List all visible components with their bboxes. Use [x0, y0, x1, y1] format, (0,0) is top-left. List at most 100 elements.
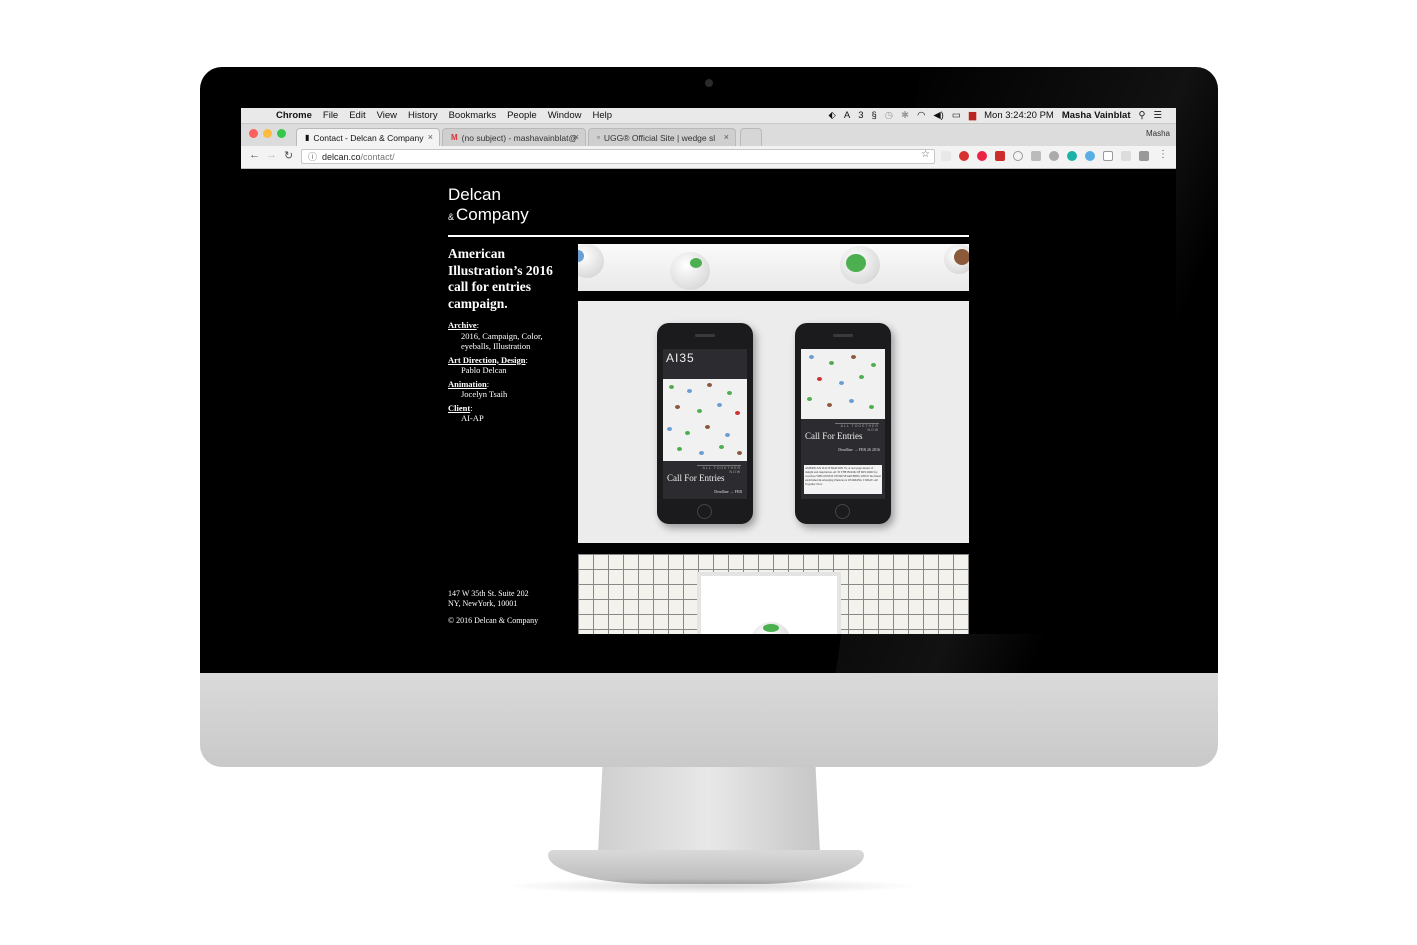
profile-name[interactable]: Masha: [1146, 129, 1170, 138]
bookmark-star-icon[interactable]: ☆: [921, 149, 930, 160]
copyright: © 2016 Delcan & Company: [448, 616, 539, 625]
mac-menubar: Chrome File Edit View History Bookmarks …: [241, 108, 1176, 124]
close-tab-icon[interactable]: ×: [574, 132, 579, 142]
ugg-icon: ▫: [597, 133, 600, 142]
r-extension-icon[interactable]: [1121, 151, 1131, 161]
gray-extension-icon[interactable]: [1031, 151, 1041, 161]
credit-label[interactable]: Client: [448, 403, 470, 413]
notification-center-icon[interactable]: ☰: [1153, 110, 1162, 121]
menu-edit[interactable]: Edit: [349, 110, 365, 121]
notification-count[interactable]: 3: [858, 110, 863, 121]
menubar-clock[interactable]: Mon 3:24:20 PM: [984, 110, 1054, 121]
home-button: [697, 504, 712, 519]
back-icon[interactable]: ←: [249, 149, 260, 161]
imac-chin: [200, 673, 1218, 767]
menu-history[interactable]: History: [408, 110, 438, 121]
site-logo[interactable]: Delcan & Company: [448, 185, 529, 227]
phone-screen: ALL TOGETHER NOW Call For Entries Deadli…: [801, 349, 885, 499]
eyeball-pattern: [801, 349, 885, 419]
menubar-user[interactable]: Masha Vainblat: [1062, 110, 1131, 121]
gmail-icon: M: [451, 133, 458, 142]
phone-right: ALL TOGETHER NOW Call For Entries Deadli…: [795, 323, 891, 524]
header-divider: [448, 235, 969, 237]
menu-help[interactable]: Help: [592, 110, 612, 121]
credit-archive: Archive: 2016, Campaign, Color, eyeballs…: [448, 320, 573, 352]
forward-icon[interactable]: →: [266, 149, 277, 161]
bluetooth-icon[interactable]: ✱: [901, 110, 909, 121]
credit-label[interactable]: Archive: [448, 320, 477, 330]
minimize-window-icon[interactable]: [263, 129, 272, 138]
eyeball: [944, 244, 969, 274]
credit-value[interactable]: 2016, Campaign, Color, eyeballs, Illustr…: [448, 331, 573, 352]
eyeball: [578, 244, 604, 278]
menu-people[interactable]: People: [507, 110, 537, 121]
logo-line-1: Delcan: [448, 185, 501, 204]
dropbox-icon[interactable]: ⬖: [829, 110, 836, 121]
credit-label[interactable]: Art Direction, Design: [448, 355, 526, 365]
eyeball-pattern: [663, 379, 747, 461]
credit-value: Pablo Delcan: [461, 365, 507, 375]
project-title: American Illustration’s 2016 call for en…: [448, 246, 553, 311]
tab-contact-delcan[interactable]: ▮ Contact - Delcan & Company ×: [296, 128, 440, 146]
logo-line-2: Company: [456, 205, 529, 224]
page-icon: ▮: [305, 133, 310, 142]
menu-view[interactable]: View: [377, 110, 397, 121]
twitter-icon[interactable]: [1085, 151, 1095, 161]
logo-ampersand: &: [448, 212, 455, 222]
eyeballs-banner-image: [578, 244, 969, 291]
credit-value: Jocelyn Tsaih: [461, 389, 508, 399]
flag-icon[interactable]: ▆: [969, 110, 976, 121]
wifi-icon[interactable]: ◠: [917, 110, 925, 121]
adblock-icon[interactable]: [959, 151, 969, 161]
phone-screen: AI35 ALL TOGETHER NOW Call For Entries D…: [663, 349, 747, 499]
tab-title: (no subject) - mashavainblat@: [461, 132, 578, 143]
menu-app-name[interactable]: Chrome: [276, 110, 312, 121]
call-for-entries: Call For Entries: [667, 473, 725, 483]
sync-icon[interactable]: §: [872, 110, 877, 121]
new-tab-button[interactable]: [740, 128, 762, 146]
website-content: Delcan & Company American Illustration’s …: [241, 170, 1176, 634]
close-window-icon[interactable]: [249, 129, 258, 138]
info-icon[interactable]: ⓘ: [308, 150, 317, 163]
camera-icon: [705, 79, 713, 87]
credit-art-direction: Art Direction, Design: Pablo Delcan: [448, 355, 573, 376]
menu-file[interactable]: File: [323, 110, 338, 121]
ebay-extension-icon[interactable]: [941, 151, 951, 161]
a-extension-icon[interactable]: [1049, 151, 1059, 161]
ai35-logo: AI35: [666, 351, 695, 365]
menu-window[interactable]: Window: [548, 110, 582, 121]
eyeball: [670, 252, 710, 290]
battery-icon[interactable]: ▭: [952, 110, 961, 121]
close-tab-icon[interactable]: ×: [724, 132, 729, 142]
credit-animation: Animation: Jocelyn Tsaih: [448, 379, 573, 400]
address-line-1: 147 W 35th St. Suite 202: [448, 589, 529, 598]
red-extension-icon[interactable]: [995, 151, 1005, 161]
time-machine-icon[interactable]: ◷: [885, 110, 893, 121]
credit-value: AI-AP: [461, 413, 484, 423]
url-bar[interactable]: ⓘ delcan.co/contact/: [301, 149, 935, 164]
eyeball: [840, 246, 880, 284]
last-extension-icon[interactable]: [1139, 151, 1149, 161]
menubar-status-area: ⬖ A 3 § ◷ ✱ ◠ ◀) ▭ ▆ Mon 3:24:20 PM Mash…: [821, 108, 1162, 123]
teal-extension-icon[interactable]: [1067, 151, 1077, 161]
address-line-2: NY, NewYork, 10001: [448, 598, 518, 608]
tab-title: UGG® Official Site | wedge sl: [603, 132, 716, 143]
font-extension-icon[interactable]: [1103, 151, 1113, 161]
close-tab-icon[interactable]: ×: [428, 132, 433, 142]
home-button: [835, 504, 850, 519]
circle-extension-icon[interactable]: [1013, 151, 1023, 161]
credit-label[interactable]: Animation: [448, 379, 487, 389]
extension-icons: [941, 151, 1157, 161]
window-controls: [249, 129, 291, 138]
menu-bookmarks[interactable]: Bookmarks: [449, 110, 497, 121]
chrome-menu-icon[interactable]: ⋮: [1158, 149, 1168, 160]
reload-icon[interactable]: ↻: [284, 149, 293, 162]
zoom-window-icon[interactable]: [277, 129, 286, 138]
volume-icon[interactable]: ◀): [933, 110, 943, 121]
spotlight-search-icon[interactable]: ⚲: [1139, 110, 1146, 121]
tab-ugg[interactable]: ▫ UGG® Official Site | wedge sl ×: [588, 128, 736, 146]
adobe-icon[interactable]: A: [844, 110, 850, 121]
opera-icon[interactable]: [977, 151, 987, 161]
framed-poster: [697, 572, 841, 634]
tab-gmail[interactable]: M (no subject) - mashavainblat@ ×: [442, 128, 586, 146]
